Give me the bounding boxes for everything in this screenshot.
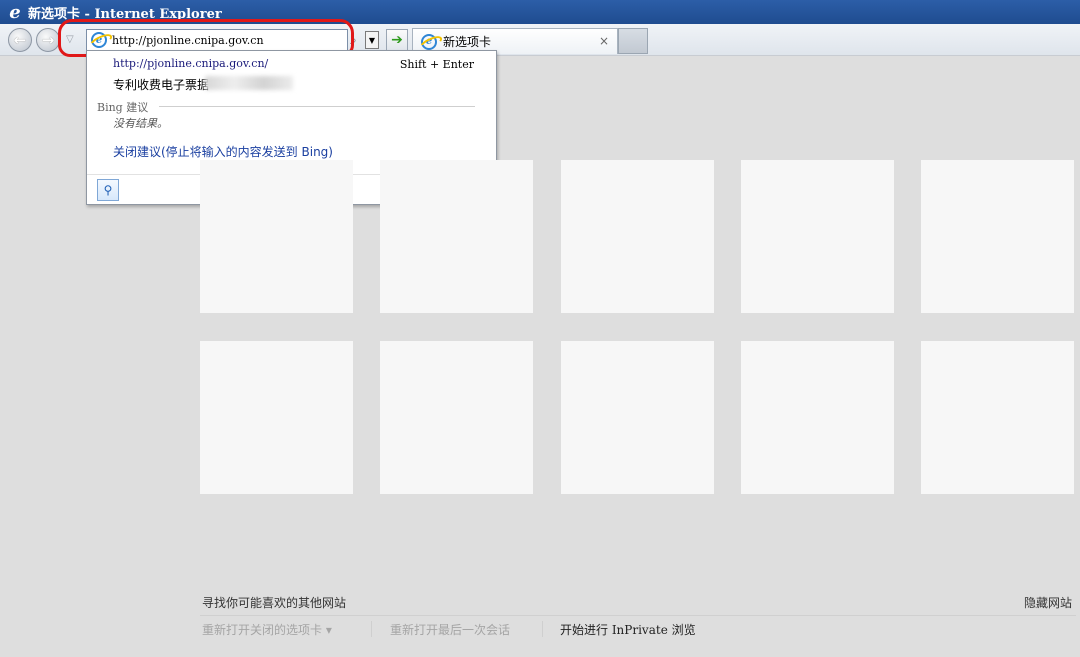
site-tile[interactable] xyxy=(741,160,894,313)
blurred-text xyxy=(205,76,293,90)
suggestion-site-title[interactable]: 专利收费电子票据 xyxy=(113,76,209,93)
start-inprivate-link[interactable]: 开始进行 InPrivate 浏览 xyxy=(560,621,696,638)
ie-tab-icon: e xyxy=(421,33,437,50)
reopen-last-session-link[interactable]: 重新打开最后一次会话 xyxy=(390,621,510,638)
go-button[interactable]: ➔ xyxy=(386,29,408,51)
hide-sites-link[interactable]: 隐藏网站 xyxy=(1024,594,1072,611)
site-tile[interactable] xyxy=(921,160,1074,313)
window-title-bar: e 新选项卡 - Internet Explorer xyxy=(0,0,1080,24)
forward-arrow-icon: → xyxy=(41,31,55,49)
divider xyxy=(159,106,475,107)
site-tile[interactable] xyxy=(741,341,894,494)
address-dropdown-button[interactable]: ▼ xyxy=(365,31,379,49)
divider xyxy=(542,621,543,637)
site-tile[interactable] xyxy=(380,160,533,313)
divider xyxy=(371,621,372,637)
tab-label: 新选项卡 xyxy=(443,35,492,49)
forward-button[interactable]: → xyxy=(36,28,60,52)
search-icon[interactable]: ⚲ xyxy=(97,179,119,201)
address-input[interactable] xyxy=(112,33,342,47)
shortcut-hint: Shift + Enter xyxy=(399,58,474,71)
ie-logo-icon: e xyxy=(9,1,21,23)
site-tile[interactable] xyxy=(380,341,533,494)
search-magnifier-icon[interactable]: ⌕ xyxy=(350,33,357,48)
site-tile[interactable] xyxy=(561,160,714,313)
find-sites-link[interactable]: 寻找你可能喜欢的其他网站 xyxy=(202,594,346,611)
back-arrow-icon: ← xyxy=(13,31,27,49)
bing-suggestions-header: Bing 建议 xyxy=(97,101,149,114)
reopen-closed-tabs-link[interactable]: 重新打开关闭的选项卡 ▾ xyxy=(202,621,332,638)
no-results-text: 没有结果。 xyxy=(113,117,168,130)
ie-page-icon: e xyxy=(91,32,107,48)
tab-close-icon[interactable]: × xyxy=(599,34,609,48)
turn-off-suggestions-link[interactable]: 关闭建议(停止将输入的内容发送到 Bing) xyxy=(113,143,333,160)
back-button[interactable]: ← xyxy=(8,28,32,52)
site-tile[interactable] xyxy=(200,341,353,494)
divider xyxy=(200,615,1076,616)
suggestion-url[interactable]: http://pjonline.cnipa.gov.cn/ xyxy=(113,57,268,70)
window-title: 新选项卡 - Internet Explorer xyxy=(28,6,222,22)
address-bar[interactable]: e xyxy=(86,29,348,51)
site-tile[interactable] xyxy=(200,160,353,313)
site-tile[interactable] xyxy=(921,341,1074,494)
site-tile[interactable] xyxy=(561,341,714,494)
history-dropdown-icon[interactable]: ▽ xyxy=(66,34,74,45)
new-tab-button[interactable] xyxy=(618,28,648,54)
